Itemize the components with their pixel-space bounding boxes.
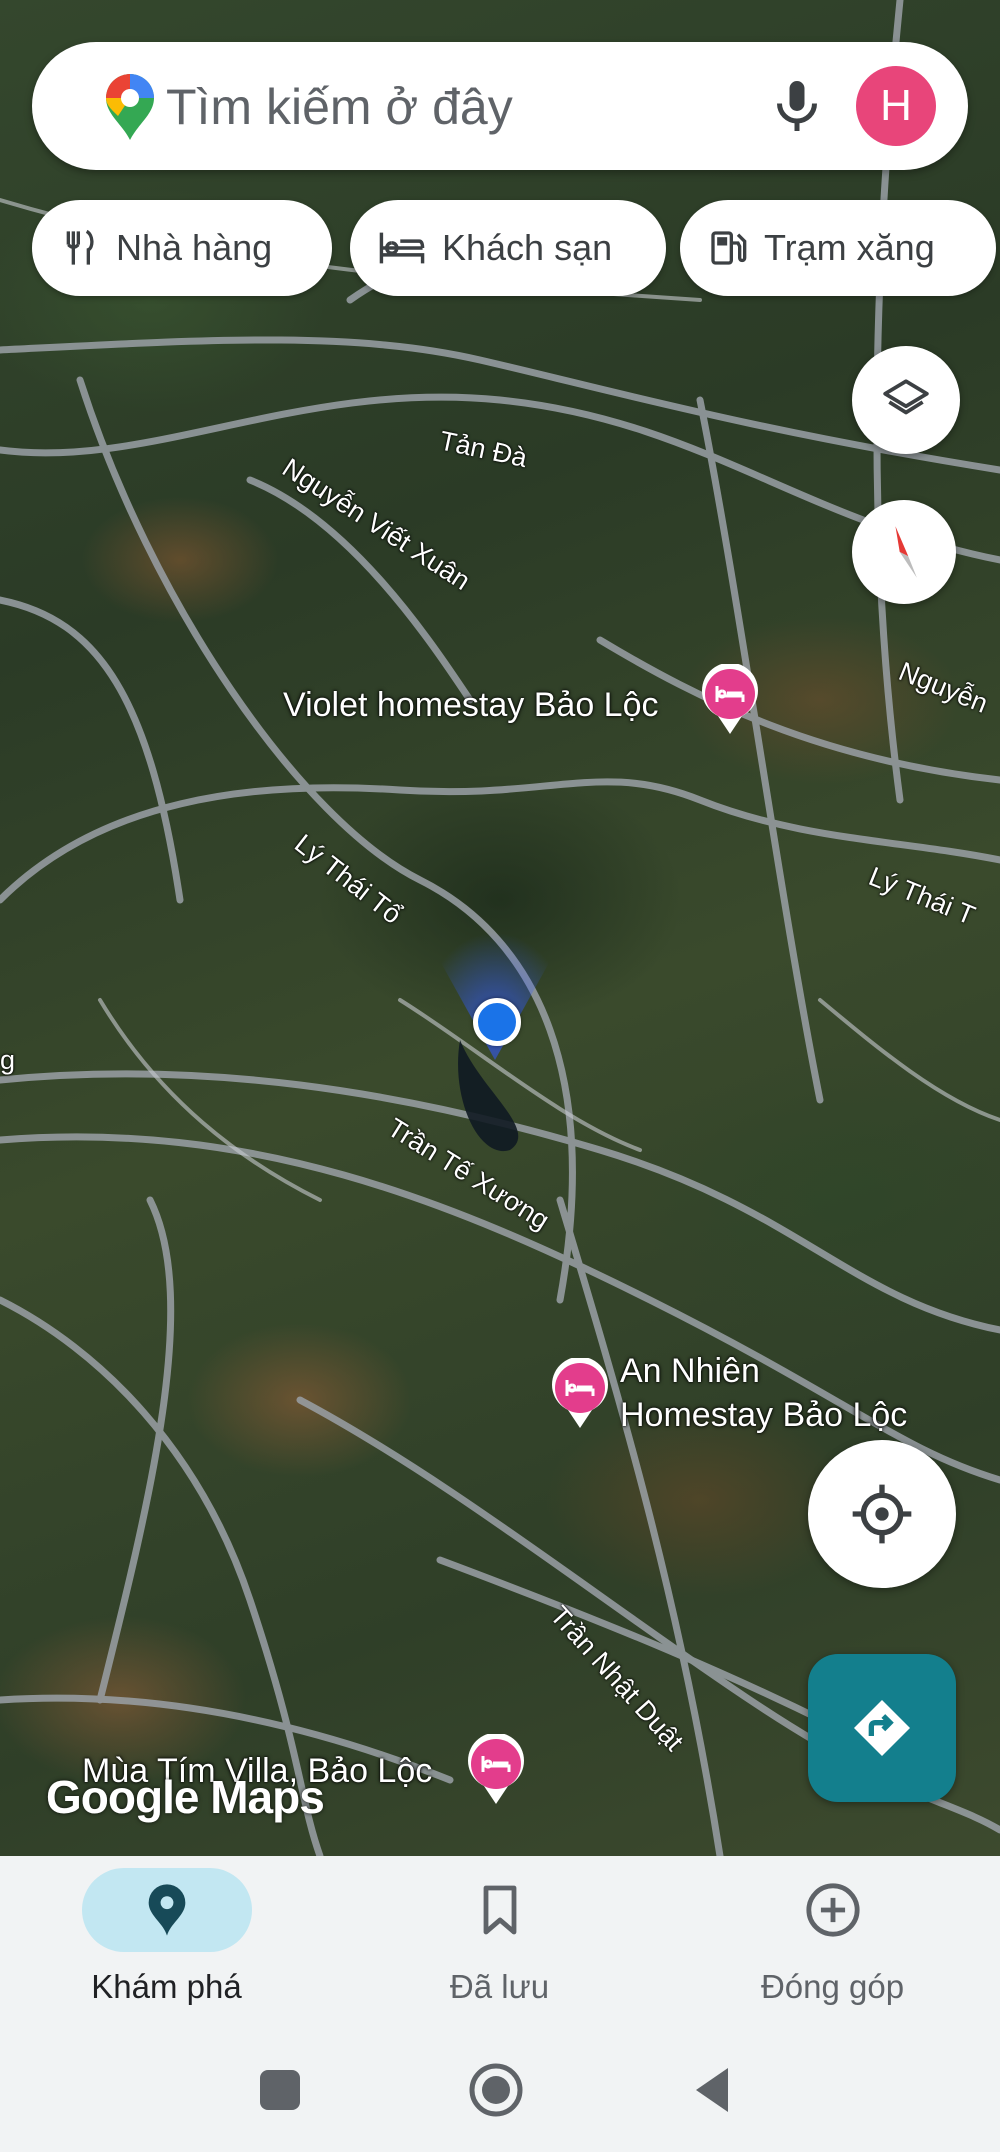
chip-label: Nhà hàng [116,227,273,268]
restaurant-icon [60,226,100,270]
compass-button[interactable] [852,500,956,604]
crosshair-icon [852,1484,912,1544]
hotel-poi-pin-icon[interactable] [466,1734,526,1806]
category-chips: Nhà hàng Khách sạn Trạm xăng [32,200,1000,296]
nav-tab-highlight [748,1868,918,1952]
home-icon[interactable] [468,2062,524,2118]
directions-button[interactable] [808,1654,956,1802]
map-layers-button[interactable] [852,346,960,454]
microphone-icon[interactable] [767,76,827,136]
my-location-button[interactable] [808,1440,956,1588]
compass-icon [895,526,917,578]
nav-tab-saved[interactable]: Đã lưu [333,1856,666,2026]
chip-gas-stations[interactable]: Trạm xăng [680,200,996,296]
bookmark-icon [483,1885,516,1935]
layers-icon [883,379,929,415]
place-label-an-nhien-line2[interactable]: Homestay Bảo Lộc [620,1396,907,1435]
nav-label-saved: Đã lưu [449,1968,550,2005]
hotel-poi-pin-icon[interactable] [550,1358,610,1430]
add-circle-icon [805,1883,860,1937]
hotel-poi-pin-icon[interactable] [700,664,760,736]
current-location-dot [473,998,521,1046]
search-bar[interactable]: Tìm kiếm ở đây H [32,42,968,170]
explore-pin-icon [148,1884,185,1936]
recent-apps-icon[interactable] [258,2068,302,2112]
chip-hotels[interactable]: Khách sạn [350,200,666,296]
search-placeholder[interactable]: Tìm kiếm ở đây [166,78,513,136]
chip-restaurants[interactable]: Nhà hàng [32,200,332,296]
place-label-violet-homestay[interactable]: Violet homestay Bảo Lộc [283,686,659,725]
system-navigation-bar [0,2026,1000,2152]
nav-label-contribute: Đóng góp [760,1968,905,2005]
google-maps-logo-icon [106,74,154,140]
hotel-icon [378,228,426,268]
nav-label-explore: Khám phá [91,1968,242,2005]
chip-label: Trạm xăng [764,227,935,268]
nav-tab-explore[interactable]: Khám phá [0,1856,333,2026]
chip-label: Khách sạn [442,227,613,268]
nav-tab-contribute[interactable]: Đóng góp [666,1856,999,2026]
account-avatar[interactable]: H [856,66,936,146]
google-maps-watermark: Google Maps [46,1771,325,1823]
nav-tab-highlight [81,1868,252,1952]
nav-tab-highlight [415,1868,585,1952]
gas-station-icon [708,226,748,270]
bottom-navigation: Khám phá Đã lưu Đóng góp [0,1856,1000,2026]
place-label-an-nhien-line1[interactable]: An Nhiên [620,1352,760,1391]
street-label-edge: g [0,1045,16,1075]
back-icon[interactable] [692,2066,732,2114]
directions-icon [854,1700,910,1756]
